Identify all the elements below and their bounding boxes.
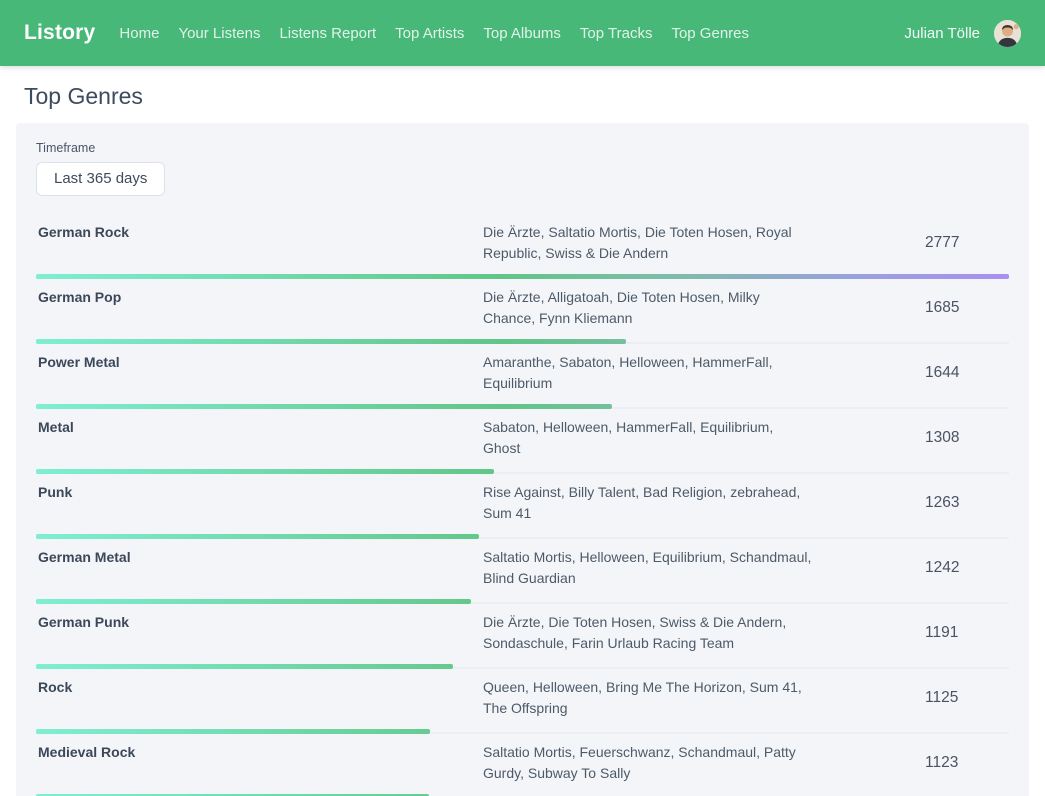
genre-name: German Punk (36, 612, 483, 630)
nav-item-top-albums[interactable]: Top Albums (483, 25, 561, 42)
app-navbar: Listory Home Your Listens Listens Report… (0, 0, 1045, 66)
genre-listen-count: 1644 (925, 364, 959, 382)
nav-item-listens-report[interactable]: Listens Report (279, 25, 376, 42)
genre-top-artists: Saltatio Mortis, Feuerschwanz, Schandmau… (483, 742, 813, 784)
genre-name: Rock (36, 677, 483, 695)
user-avatar[interactable] (994, 20, 1021, 47)
timeframe-filter: Timeframe Last 365 days (36, 141, 1009, 196)
genre-top-artists: Die Ärzte, Die Toten Hosen, Swiss & Die … (483, 612, 813, 654)
nav-item-top-artists[interactable]: Top Artists (395, 25, 464, 42)
genre-row: Rock Queen, Helloween, Bring Me The Hori… (36, 669, 1009, 734)
genre-name: Power Metal (36, 352, 483, 370)
user-photo-icon (994, 20, 1021, 47)
genre-top-artists: Saltatio Mortis, Helloween, Equilibrium,… (483, 547, 813, 589)
genre-top-artists: Rise Against, Billy Talent, Bad Religion… (483, 482, 813, 524)
genre-row: Punk Rise Against, Billy Talent, Bad Rel… (36, 474, 1009, 539)
nav-item-top-tracks[interactable]: Top Tracks (580, 25, 653, 42)
genre-top-artists: Die Ärzte, Saltatio Mortis, Die Toten Ho… (483, 222, 813, 264)
genre-row: German Punk Die Ärzte, Die Toten Hosen, … (36, 604, 1009, 669)
app-logo[interactable]: Listory (24, 21, 95, 45)
genre-row: Medieval Rock Saltatio Mortis, Feuerschw… (36, 734, 1009, 796)
user-name: Julian Tölle (904, 25, 980, 42)
page-title: Top Genres (24, 83, 1021, 110)
genre-listen-count: 1263 (925, 494, 959, 512)
genre-top-artists: Sabaton, Helloween, HammerFall, Equilibr… (483, 417, 813, 459)
genre-name: German Pop (36, 287, 483, 305)
genre-top-artists: Die Ärzte, Alligatoah, Die Toten Hosen, … (483, 287, 813, 329)
genre-name: Punk (36, 482, 483, 500)
genre-top-artists: Queen, Helloween, Bring Me The Horizon, … (483, 677, 813, 719)
genre-listen-count: 1685 (925, 299, 959, 317)
genre-row: German Rock Die Ärzte, Saltatio Mortis, … (36, 214, 1009, 279)
genre-listen-count: 1125 (925, 689, 958, 707)
main-nav: Home Your Listens Listens Report Top Art… (119, 25, 749, 42)
genre-listen-count: 1308 (925, 429, 959, 447)
top-genres-card: Timeframe Last 365 days German Rock Die … (16, 123, 1029, 796)
genre-name: Metal (36, 417, 483, 435)
timeframe-select[interactable]: Last 365 days (36, 162, 165, 196)
user-menu[interactable]: Julian Tölle (904, 20, 1021, 47)
genre-listen-count: 1242 (925, 559, 959, 577)
genre-row: German Metal Saltatio Mortis, Helloween,… (36, 539, 1009, 604)
genre-table: German Rock Die Ärzte, Saltatio Mortis, … (36, 214, 1009, 796)
nav-item-home[interactable]: Home (119, 25, 159, 42)
genre-row: German Pop Die Ärzte, Alligatoah, Die To… (36, 279, 1009, 344)
genre-top-artists: Amaranthe, Sabaton, Helloween, HammerFal… (483, 352, 813, 394)
genre-listen-count: 1191 (925, 624, 958, 642)
nav-item-top-genres[interactable]: Top Genres (671, 25, 749, 42)
genre-name: German Metal (36, 547, 483, 565)
genre-listen-count: 2777 (925, 234, 959, 252)
genre-listen-count: 1123 (925, 754, 958, 772)
nav-item-your-listens[interactable]: Your Listens (178, 25, 260, 42)
genre-name: German Rock (36, 222, 483, 240)
timeframe-label: Timeframe (36, 141, 1009, 155)
genre-row: Power Metal Amaranthe, Sabaton, Hellowee… (36, 344, 1009, 409)
page-content: Top Genres Timeframe Last 365 days Germa… (0, 83, 1045, 796)
genre-name: Medieval Rock (36, 742, 483, 760)
genre-row: Metal Sabaton, Helloween, HammerFall, Eq… (36, 409, 1009, 474)
